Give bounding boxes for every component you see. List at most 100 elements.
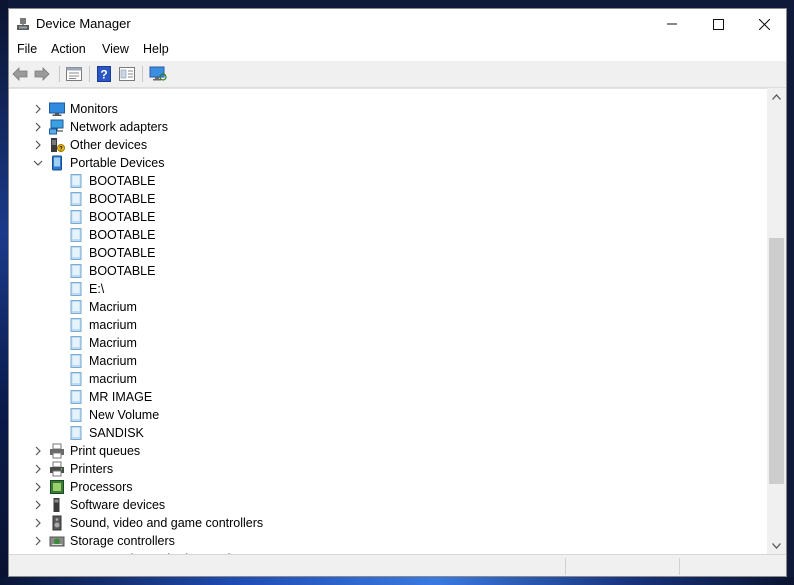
- tree-device[interactable]: BOOTABLE: [9, 208, 767, 226]
- portable-device-icon: [68, 371, 84, 387]
- menu-help[interactable]: Help: [143, 42, 169, 56]
- maximize-button[interactable]: [695, 9, 741, 39]
- tree-device[interactable]: New Volume: [9, 406, 767, 424]
- tree-category[interactable]: Printers: [9, 460, 767, 478]
- tree-device[interactable]: Macrium: [9, 298, 767, 316]
- tree-category[interactable]: Network adapters: [9, 118, 767, 136]
- menu-view[interactable]: View: [102, 42, 129, 56]
- tree-item-label: macrium: [89, 372, 137, 386]
- tree-device[interactable]: BOOTABLE: [9, 244, 767, 262]
- view-button[interactable]: [118, 65, 136, 83]
- vertical-scrollbar[interactable]: [767, 88, 786, 554]
- portable-device-icon: [68, 299, 84, 315]
- tree-category[interactable]: Portable Devices: [9, 154, 767, 172]
- tree-item-label: BOOTABLE: [89, 246, 156, 260]
- printer-icon: [49, 461, 65, 477]
- chevron-right-icon[interactable]: [32, 496, 44, 514]
- other-devices-icon: ?: [49, 137, 65, 153]
- portable-device-icon: [68, 335, 84, 351]
- tree-device[interactable]: Macrium: [9, 334, 767, 352]
- tree-item-label: BOOTABLE: [89, 264, 156, 278]
- tree-item-label: Print queues: [70, 444, 141, 458]
- help-button[interactable]: ?: [95, 65, 113, 83]
- chevron-down-icon: [772, 542, 781, 549]
- menu-file[interactable]: File: [17, 42, 37, 56]
- tree-category[interactable]: Software devices: [9, 496, 767, 514]
- chevron-right-icon[interactable]: [32, 118, 44, 136]
- processor-icon: [49, 479, 65, 495]
- tree-device[interactable]: BOOTABLE: [9, 172, 767, 190]
- portable-device-icon: [68, 227, 84, 243]
- tree-item-label: BOOTABLE: [89, 228, 156, 242]
- tree-device[interactable]: MR IMAGE: [9, 388, 767, 406]
- portable-device-icon: [68, 245, 84, 261]
- portable-device-icon: [68, 263, 84, 279]
- chevron-right-icon[interactable]: [32, 478, 44, 496]
- forward-arrow-icon: [34, 67, 50, 81]
- tree-device[interactable]: BOOTABLE: [9, 190, 767, 208]
- tree-device[interactable]: SANDISK: [9, 424, 767, 442]
- tree-category[interactable]: Sound, video and game controllers: [9, 514, 767, 532]
- chevron-right-icon[interactable]: [32, 136, 44, 154]
- minimize-button[interactable]: [649, 9, 695, 39]
- chevron-right-icon[interactable]: [32, 532, 44, 550]
- chevron-up-icon: [772, 93, 781, 100]
- title-bar[interactable]: Device Manager: [9, 9, 786, 39]
- close-button[interactable]: [741, 9, 786, 39]
- status-pane: [565, 558, 566, 575]
- status-pane: [679, 558, 680, 575]
- tree-item-label: BOOTABLE: [89, 210, 156, 224]
- tree-item-label: SANDISK: [89, 426, 144, 440]
- status-bar: [9, 554, 786, 576]
- tree-item-label: Macrium: [89, 354, 137, 368]
- device-manager-icon: [15, 16, 31, 32]
- tree-item-label: macrium: [89, 318, 137, 332]
- desktop-background: [0, 0, 8, 585]
- menu-action[interactable]: Action: [51, 42, 86, 56]
- toolbar-separator: [142, 66, 143, 82]
- properties-button[interactable]: [65, 65, 83, 83]
- speaker-icon: [49, 515, 65, 531]
- tree-device[interactable]: Macrium: [9, 352, 767, 370]
- tree-device[interactable]: E:\: [9, 280, 767, 298]
- back-button[interactable]: [11, 65, 29, 83]
- back-arrow-icon: [12, 67, 28, 81]
- scroll-thumb[interactable]: [769, 238, 784, 484]
- tree-item-label: Storage controllers: [70, 534, 175, 548]
- scroll-down-button[interactable]: [767, 537, 786, 554]
- tree-category[interactable]: ? Other devices: [9, 136, 767, 154]
- portable-device-icon: [68, 407, 84, 423]
- scroll-up-button[interactable]: [767, 88, 786, 105]
- tree-category[interactable]: Processors: [9, 478, 767, 496]
- tree-category[interactable]: Print queues: [9, 442, 767, 460]
- chevron-right-icon[interactable]: [32, 442, 44, 460]
- tree-item-label: Processors: [70, 480, 133, 494]
- network-adapter-icon: [49, 119, 65, 135]
- toolbar-separator: [89, 66, 90, 82]
- tree-item-label: Other devices: [70, 138, 148, 152]
- tree-item-label: MR IMAGE: [89, 390, 153, 404]
- tree-device[interactable]: BOOTABLE: [9, 262, 767, 280]
- scan-hardware-button[interactable]: [149, 65, 167, 83]
- tree-device[interactable]: macrium: [9, 316, 767, 334]
- device-manager-window: Device Manager File Action View Help ? M…: [8, 8, 787, 577]
- device-tree[interactable]: Monitors Network adapters? Other devices Po…: [9, 88, 767, 555]
- tree-item-label: Software devices: [70, 498, 166, 512]
- forward-button[interactable]: [33, 65, 51, 83]
- tree-item-label: Portable Devices: [70, 156, 165, 170]
- window-title: Device Manager: [36, 16, 131, 31]
- chevron-right-icon[interactable]: [32, 514, 44, 532]
- properties-icon: [66, 67, 82, 81]
- tree-item-label: Macrium: [89, 336, 137, 350]
- close-icon: [758, 18, 770, 30]
- chevron-down-icon[interactable]: [32, 154, 44, 172]
- monitor-icon: [49, 101, 65, 117]
- tree-category[interactable]: Storage controllers: [9, 532, 767, 550]
- chevron-right-icon[interactable]: [32, 100, 44, 118]
- tree-category[interactable]: Monitors: [9, 100, 767, 118]
- portable-device-icon: [68, 173, 84, 189]
- tree-device[interactable]: macrium: [9, 370, 767, 388]
- tree-device[interactable]: BOOTABLE: [9, 226, 767, 244]
- chevron-right-icon[interactable]: [32, 460, 44, 478]
- view-icon: [119, 67, 135, 81]
